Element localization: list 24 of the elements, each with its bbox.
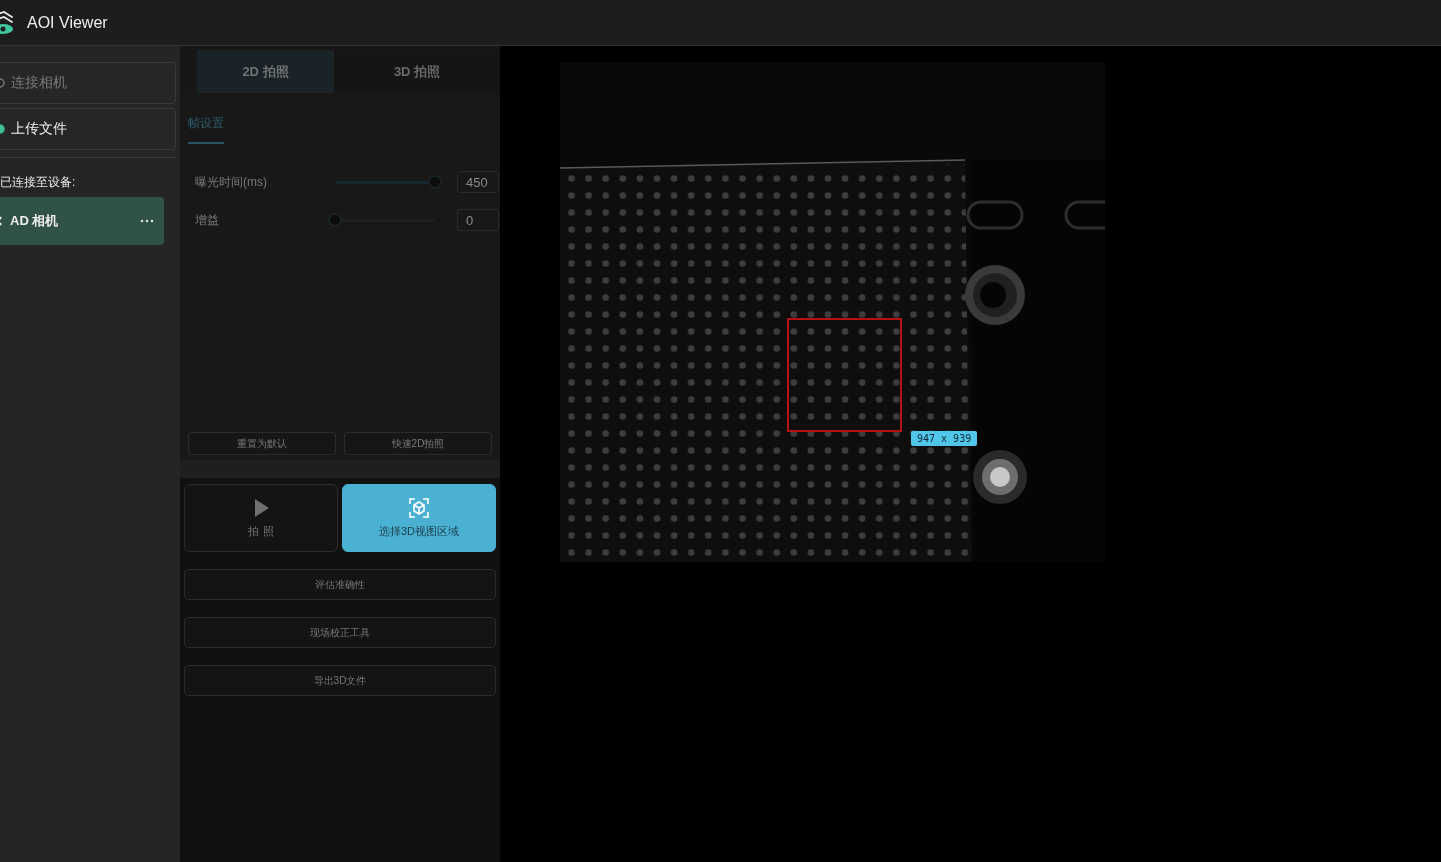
- action-tile[interactable]: 选择3D视图区域: [342, 484, 496, 552]
- settings-button[interactable]: 重置为默认: [188, 432, 336, 455]
- action-tile[interactable]: 拍 照: [184, 484, 338, 552]
- value-field[interactable]: 450: [457, 171, 499, 193]
- setting-label: 曝光时间(ms): [195, 173, 268, 191]
- slider-thumb[interactable]: [428, 175, 442, 189]
- device-name: AD 相机: [10, 212, 60, 230]
- sidebar-button[interactable]: 上传文件: [0, 108, 176, 150]
- cube-frame-icon: [409, 497, 429, 518]
- device-card[interactable]: AD 相机: [0, 197, 164, 245]
- tool-button[interactable]: 现场校正工具: [184, 617, 496, 648]
- setting-label: 增益: [195, 211, 220, 229]
- app-title: AOI Viewer: [27, 13, 108, 32]
- more-icon[interactable]: [140, 219, 154, 223]
- slider-thumb[interactable]: [328, 213, 342, 227]
- connected-label: 已连接至设备:: [0, 174, 77, 191]
- settings-button[interactable]: 快速2D拍照: [344, 432, 492, 455]
- settings-tab[interactable]: 帧设置: [188, 115, 224, 144]
- capture-tab[interactable]: 2D 拍照: [197, 50, 334, 93]
- selection-size-label: 947 x 939: [911, 431, 978, 446]
- tool-button[interactable]: 评估准确性: [184, 569, 496, 600]
- tool-button[interactable]: 导出3D文件: [184, 665, 496, 696]
- selection-rectangle[interactable]: [787, 318, 902, 432]
- value-field[interactable]: 0: [457, 209, 499, 231]
